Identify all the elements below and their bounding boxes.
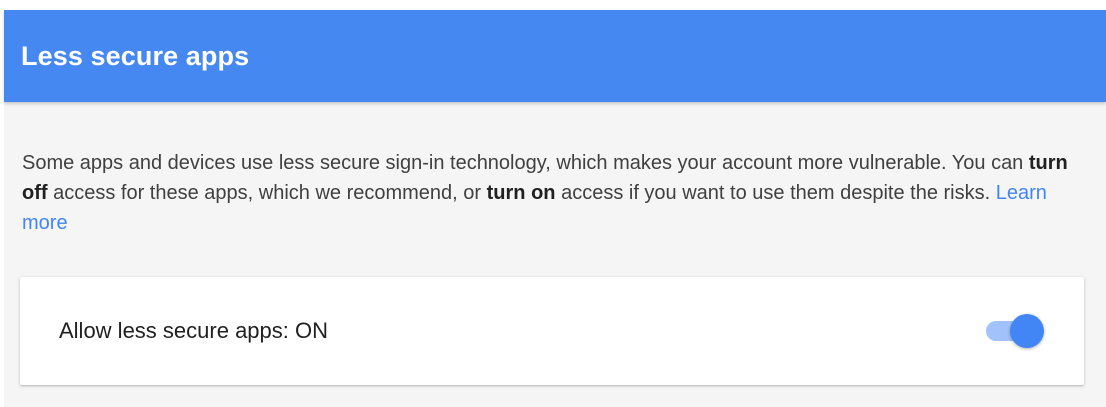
- description-text: Some apps and devices use less secure si…: [22, 148, 1092, 238]
- description-part-2: access for these apps, which we recommen…: [47, 182, 487, 204]
- page-title: Less secure apps: [21, 41, 250, 71]
- turn-on-emphasis: turn on: [486, 182, 556, 204]
- allow-less-secure-apps-toggle[interactable]: [986, 314, 1046, 348]
- description-part-1: Some apps and devices use less secure si…: [22, 152, 1029, 174]
- allow-less-secure-apps-label: Allow less secure apps: ON: [59, 318, 328, 343]
- description-part-3: access if you want to use them despite t…: [555, 182, 996, 204]
- settings-page: Less secure apps Some apps and devices u…: [4, 10, 1106, 407]
- page-header: Less secure apps: [4, 10, 1106, 102]
- less-secure-apps-card: Allow less secure apps: ON: [20, 277, 1084, 385]
- toggle-thumb: [1010, 314, 1044, 348]
